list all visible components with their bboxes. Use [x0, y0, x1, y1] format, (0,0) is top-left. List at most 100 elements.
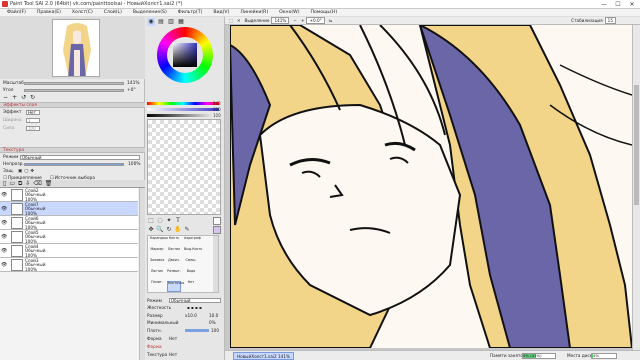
- scroll-thumb[interactable]: [634, 85, 639, 205]
- app-window: Paint Tool SAI 2.0 (64bit) vk.com/paintt…: [0, 0, 640, 360]
- hand-icon[interactable]: ✋: [174, 226, 182, 234]
- layer-item[interactable]: 👁 Слой5 Обычный 100%: [0, 230, 138, 244]
- zoom-tool-icon[interactable]: 🔍: [156, 226, 164, 234]
- menu-selection[interactable]: Выделение(S): [133, 10, 167, 15]
- blend-mode-select[interactable]: Обычный: [20, 155, 140, 160]
- size-multiplier[interactable]: x10.0: [185, 312, 197, 319]
- document-tab[interactable]: НовыйХолст1.sai2 141%: [233, 352, 294, 360]
- angle-field[interactable]: +0.0°: [306, 17, 325, 24]
- brush-mode-select[interactable]: Обычный: [169, 298, 221, 303]
- menu-file[interactable]: Файл(F): [7, 10, 26, 15]
- secondary-color-swatch[interactable]: [213, 217, 221, 225]
- maximize-button[interactable]: ☐: [611, 0, 625, 9]
- rotate-right-icon[interactable]: ↻: [30, 94, 35, 101]
- hardness-options[interactable]: ▪ ▪ ▪ ▪: [187, 304, 202, 311]
- opacity-slider[interactable]: [24, 163, 124, 166]
- saturation-slider[interactable]: [147, 108, 219, 111]
- shape-row: Форма Нет: [147, 335, 223, 342]
- shape-value[interactable]: Нет: [169, 335, 177, 342]
- layer-item[interactable]: 👁 Слой4 Обычный 100%: [0, 244, 138, 258]
- brush-blur[interactable]: Размыт.: [167, 269, 181, 281]
- brush-grid-scrollbar[interactable]: [213, 236, 218, 292]
- eye-icon[interactable]: 👁: [1, 220, 7, 226]
- lock-alpha-icon[interactable]: ▢: [24, 169, 28, 174]
- effect-width-field[interactable]: 1: [26, 118, 40, 123]
- menu-rulers[interactable]: Линейки(R): [240, 10, 268, 15]
- texture-header[interactable]: Текстура: [0, 147, 145, 153]
- text-tool-icon[interactable]: T: [174, 217, 182, 225]
- zoom-field[interactable]: 141%: [271, 17, 290, 24]
- new-layer-icon[interactable]: ▯: [3, 180, 6, 187]
- select-rect-icon[interactable]: ⬚: [147, 217, 155, 225]
- menu-bar: Файл(F) Правка(E) Холст(C) Слой(L) Выдел…: [0, 9, 640, 17]
- brush-selected[interactable]: Кисточка: [167, 281, 184, 292]
- color-wheel[interactable]: [157, 27, 213, 83]
- eye-icon[interactable]: 👁: [1, 262, 7, 268]
- flip-icon[interactable]: ⇋: [329, 18, 333, 23]
- swatch-area[interactable]: [147, 119, 221, 215]
- layer-item[interactable]: 👁 Слой6 Обычный 100%: [0, 216, 138, 230]
- swatch-tab-icon[interactable]: ▦: [177, 18, 185, 26]
- layer-thumbnail: [11, 231, 23, 243]
- select-tool-icon[interactable]: ⬚: [229, 18, 233, 23]
- primary-color-swatch[interactable]: [213, 226, 221, 234]
- effect-select[interactable]: Нет: [26, 110, 40, 115]
- merge-layer-icon[interactable]: ⇩: [25, 180, 30, 187]
- title-bar: Paint Tool SAI 2.0 (64bit) vk.com/paintt…: [0, 0, 640, 9]
- new-folder-icon[interactable]: ▭: [9, 180, 15, 187]
- hsv-tab-icon[interactable]: ▥: [167, 18, 175, 26]
- menu-help[interactable]: Помощь(H): [311, 10, 338, 15]
- brush-palette[interactable]: Палит.: [150, 280, 164, 292]
- eyedropper-icon[interactable]: ✎: [183, 226, 191, 234]
- saturation-value-square[interactable]: [173, 43, 197, 67]
- navigator-preview[interactable]: [52, 19, 100, 77]
- layer-item[interactable]: 👁 Слой2 Обычный 100%: [0, 188, 138, 202]
- zoom-plus-icon[interactable]: +: [301, 18, 305, 23]
- lasso-icon[interactable]: ◌: [156, 217, 164, 225]
- magic-wand-icon[interactable]: ✦: [165, 217, 173, 225]
- eye-icon[interactable]: 👁: [1, 234, 7, 240]
- hue-slider[interactable]: [147, 102, 219, 105]
- lock-icon[interactable]: ▣: [18, 169, 22, 174]
- form-header[interactable]: Форма: [147, 343, 223, 350]
- drawing-canvas[interactable]: [230, 25, 632, 348]
- value-slider[interactable]: [147, 114, 219, 117]
- menu-window[interactable]: Окно(W): [279, 10, 299, 15]
- menu-view[interactable]: Вид(V): [213, 10, 229, 15]
- stabilizer-field[interactable]: 15: [604, 17, 616, 24]
- layer-effects-header[interactable]: Эффекты слоя: [0, 102, 145, 108]
- zoom-in-icon[interactable]: +: [12, 94, 17, 101]
- lock-move-icon[interactable]: ✥: [30, 169, 34, 174]
- zoom-minus-icon[interactable]: −: [293, 18, 297, 23]
- deselect-icon[interactable]: ✕: [237, 18, 241, 23]
- rgb-tab-icon[interactable]: ▤: [157, 18, 165, 26]
- rotate-tool-icon[interactable]: ↻: [165, 226, 173, 234]
- density-label: Плотн.: [147, 328, 162, 333]
- move-icon[interactable]: ✥: [147, 226, 155, 234]
- zoom-slider[interactable]: [24, 82, 124, 85]
- effect-strength-field[interactable]: 100: [26, 126, 40, 131]
- density-slider[interactable]: [185, 329, 209, 332]
- menu-layer[interactable]: Слой(L): [104, 10, 122, 15]
- minimize-button[interactable]: —: [597, 0, 611, 9]
- menu-edit[interactable]: Правка(E): [37, 10, 61, 15]
- eye-icon[interactable]: 👁: [1, 248, 7, 254]
- rotate-left-icon[interactable]: ↺: [21, 94, 26, 101]
- menu-filter[interactable]: Фильтр(T): [178, 10, 203, 15]
- texture-value[interactable]: Нет: [169, 351, 177, 358]
- layer-item[interactable]: 👁 Слой3 Обычный 100%: [0, 258, 138, 272]
- canvas-vertical-scrollbar[interactable]: [632, 25, 640, 352]
- layer-text: Слой6 Обычный 100%: [25, 216, 46, 230]
- eye-icon[interactable]: 👁: [1, 192, 7, 198]
- close-button[interactable]: ✕: [625, 0, 639, 9]
- zoom-out-icon[interactable]: −: [3, 94, 8, 101]
- angle-slider[interactable]: [24, 89, 124, 92]
- menu-canvas[interactable]: Холст(C): [72, 10, 93, 15]
- clear-layer-icon[interactable]: ⌫: [33, 180, 41, 187]
- zoom-label: Масштаб: [3, 81, 24, 86]
- delete-layer-icon[interactable]: 🗑: [45, 180, 53, 187]
- layer-item-selected[interactable]: 👁 Слой7 Обычный 100%: [0, 202, 138, 216]
- eye-icon[interactable]: 👁: [1, 206, 7, 212]
- brush-none[interactable]: Нет: [184, 280, 198, 292]
- color-wheel-tab-icon[interactable]: ◉: [147, 18, 155, 26]
